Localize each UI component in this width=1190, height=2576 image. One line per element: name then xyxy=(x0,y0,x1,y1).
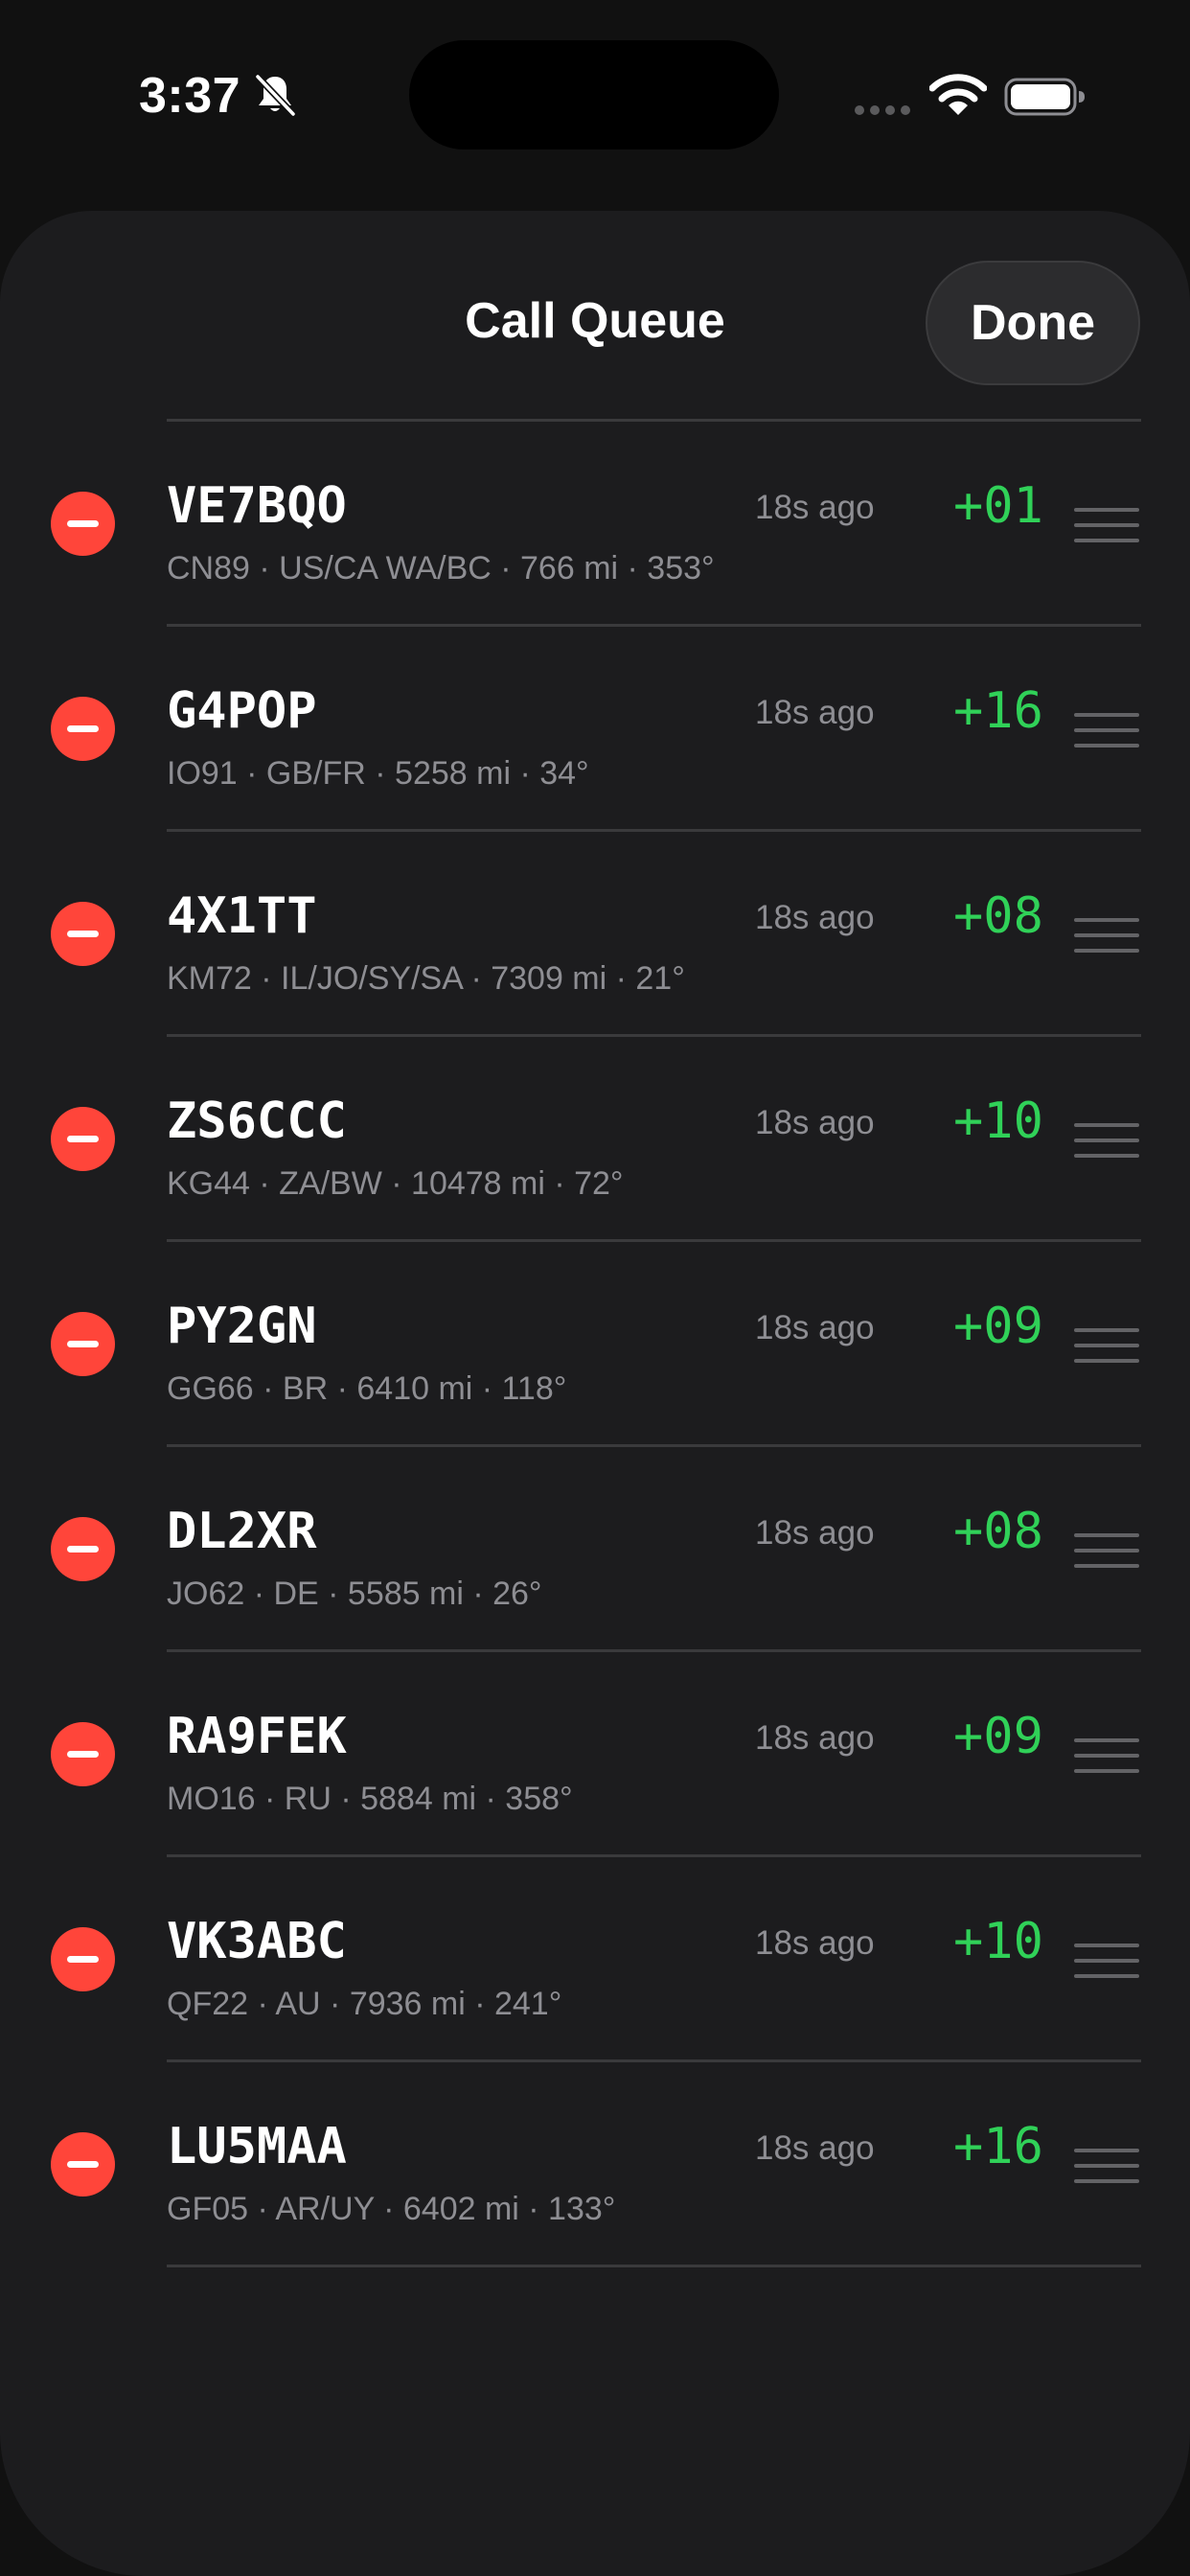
queue-row[interactable]: DL2XR JO62 · DE · 5585 mi · 26° 18s ago +08 xyxy=(0,1447,1190,1652)
remove-button[interactable] xyxy=(51,1107,115,1171)
drag-handle-icon[interactable] xyxy=(1074,2149,1139,2183)
snr-value: +09 xyxy=(953,1708,1043,1765)
snr-value: +08 xyxy=(953,887,1043,945)
snr-value: +16 xyxy=(953,2118,1043,2175)
minus-icon xyxy=(67,520,99,527)
remove-button[interactable] xyxy=(51,1517,115,1581)
station-details: CN89 · US/CA WA/BC · 766 mi · 353° xyxy=(167,550,715,586)
remove-button[interactable] xyxy=(51,1927,115,1991)
station-details: MO16 · RU · 5884 mi · 358° xyxy=(167,1781,573,1817)
snr-value: +10 xyxy=(953,1092,1043,1150)
callsign: LU5MAA xyxy=(167,2118,347,2175)
callsign: G4POP xyxy=(167,682,317,740)
drag-handle-icon[interactable] xyxy=(1074,1944,1139,1978)
queue-row[interactable]: VK3ABC QF22 · AU · 7936 mi · 241° 18s ago +… xyxy=(0,1857,1190,2062)
remove-button[interactable] xyxy=(51,1312,115,1376)
queue-row[interactable]: 4X1TT KM72 · IL/JO/SY/SA · 7309 mi · 21° 1… xyxy=(0,832,1190,1037)
queue-row[interactable]: PY2GN GG66 · BR · 6410 mi · 118° 18s ago +0… xyxy=(0,1242,1190,1447)
callsign: VK3ABC xyxy=(167,1913,347,1970)
remove-button[interactable] xyxy=(51,2132,115,2196)
callsign: VE7BQO xyxy=(167,477,347,535)
call-queue-list: VE7BQO CN89 · US/CA WA/BC · 766 mi · 353°… xyxy=(0,422,1190,2267)
battery-icon xyxy=(1004,78,1085,116)
drag-handle-icon[interactable] xyxy=(1074,1123,1139,1158)
snr-value: +16 xyxy=(953,682,1043,740)
snr-value: +09 xyxy=(953,1298,1043,1355)
minus-icon xyxy=(67,931,99,937)
minus-icon xyxy=(67,725,99,732)
last-heard-time: 18s ago xyxy=(755,899,875,936)
last-heard-time: 18s ago xyxy=(755,2129,875,2167)
snr-value: +10 xyxy=(953,1913,1043,1970)
bell-slash-icon xyxy=(255,74,296,117)
remove-button[interactable] xyxy=(51,492,115,556)
minus-icon xyxy=(67,1341,99,1347)
station-details: KG44 · ZA/BW · 10478 mi · 72° xyxy=(167,1165,624,1202)
station-details: KM72 · IL/JO/SY/SA · 7309 mi · 21° xyxy=(167,960,685,997)
queue-row[interactable]: LU5MAA GF05 · AR/UY · 6402 mi · 133° 18s a… xyxy=(0,2062,1190,2267)
callsign: ZS6CCC xyxy=(167,1092,347,1150)
callsign: DL2XR xyxy=(167,1503,317,1560)
wifi-icon xyxy=(929,74,987,115)
station-details: GG66 · BR · 6410 mi · 118° xyxy=(167,1370,567,1407)
minus-icon xyxy=(67,1956,99,1963)
drag-handle-icon[interactable] xyxy=(1074,713,1139,748)
station-details: JO62 · DE · 5585 mi · 26° xyxy=(167,1576,542,1612)
call-queue-sheet: Call Queue Done VE7BQO CN89 · US/CA WA/BC… xyxy=(0,211,1190,2576)
last-heard-time: 18s ago xyxy=(755,1309,875,1346)
last-heard-time: 18s ago xyxy=(755,1719,875,1757)
station-details: GF05 · AR/UY · 6402 mi · 133° xyxy=(167,2191,616,2227)
remove-button[interactable] xyxy=(51,902,115,966)
callsign: RA9FEK xyxy=(167,1708,347,1765)
status-time: 3:37 xyxy=(139,68,241,124)
queue-row[interactable]: G4POP IO91 · GB/FR · 5258 mi · 34° 18s ago… xyxy=(0,627,1190,832)
queue-row[interactable]: RA9FEK MO16 · RU · 5884 mi · 358° 18s ago +… xyxy=(0,1652,1190,1857)
snr-value: +01 xyxy=(953,477,1043,535)
last-heard-time: 18s ago xyxy=(755,1514,875,1552)
callsign: 4X1TT xyxy=(167,887,317,945)
drag-handle-icon[interactable] xyxy=(1074,1738,1139,1773)
callsign: PY2GN xyxy=(167,1298,317,1355)
queue-row[interactable]: VE7BQO CN89 · US/CA WA/BC · 766 mi · 353°… xyxy=(0,422,1190,627)
drag-handle-icon[interactable] xyxy=(1074,1533,1139,1568)
queue-row[interactable]: ZS6CCC KG44 · ZA/BW · 10478 mi · 72° 18s a… xyxy=(0,1037,1190,1242)
last-heard-time: 18s ago xyxy=(755,1924,875,1962)
drag-handle-icon[interactable] xyxy=(1074,1328,1139,1363)
remove-button[interactable] xyxy=(51,1722,115,1786)
divider xyxy=(167,2265,1141,2267)
station-details: QF22 · AU · 7936 mi · 241° xyxy=(167,1986,562,2022)
minus-icon xyxy=(67,1546,99,1552)
last-heard-time: 18s ago xyxy=(755,1104,875,1141)
last-heard-time: 18s ago xyxy=(755,489,875,526)
minus-icon xyxy=(67,1136,99,1142)
minus-icon xyxy=(67,1751,99,1758)
remove-button[interactable] xyxy=(51,697,115,761)
dynamic-island xyxy=(409,40,779,150)
station-details: IO91 · GB/FR · 5258 mi · 34° xyxy=(167,755,589,792)
snr-value: +08 xyxy=(953,1503,1043,1560)
cellular-dots-icon xyxy=(855,105,910,115)
last-heard-time: 18s ago xyxy=(755,694,875,731)
done-button[interactable]: Done xyxy=(926,261,1140,385)
drag-handle-icon[interactable] xyxy=(1074,508,1139,542)
drag-handle-icon[interactable] xyxy=(1074,918,1139,953)
status-bar: 3:37 xyxy=(0,0,1190,192)
minus-icon xyxy=(67,2161,99,2168)
